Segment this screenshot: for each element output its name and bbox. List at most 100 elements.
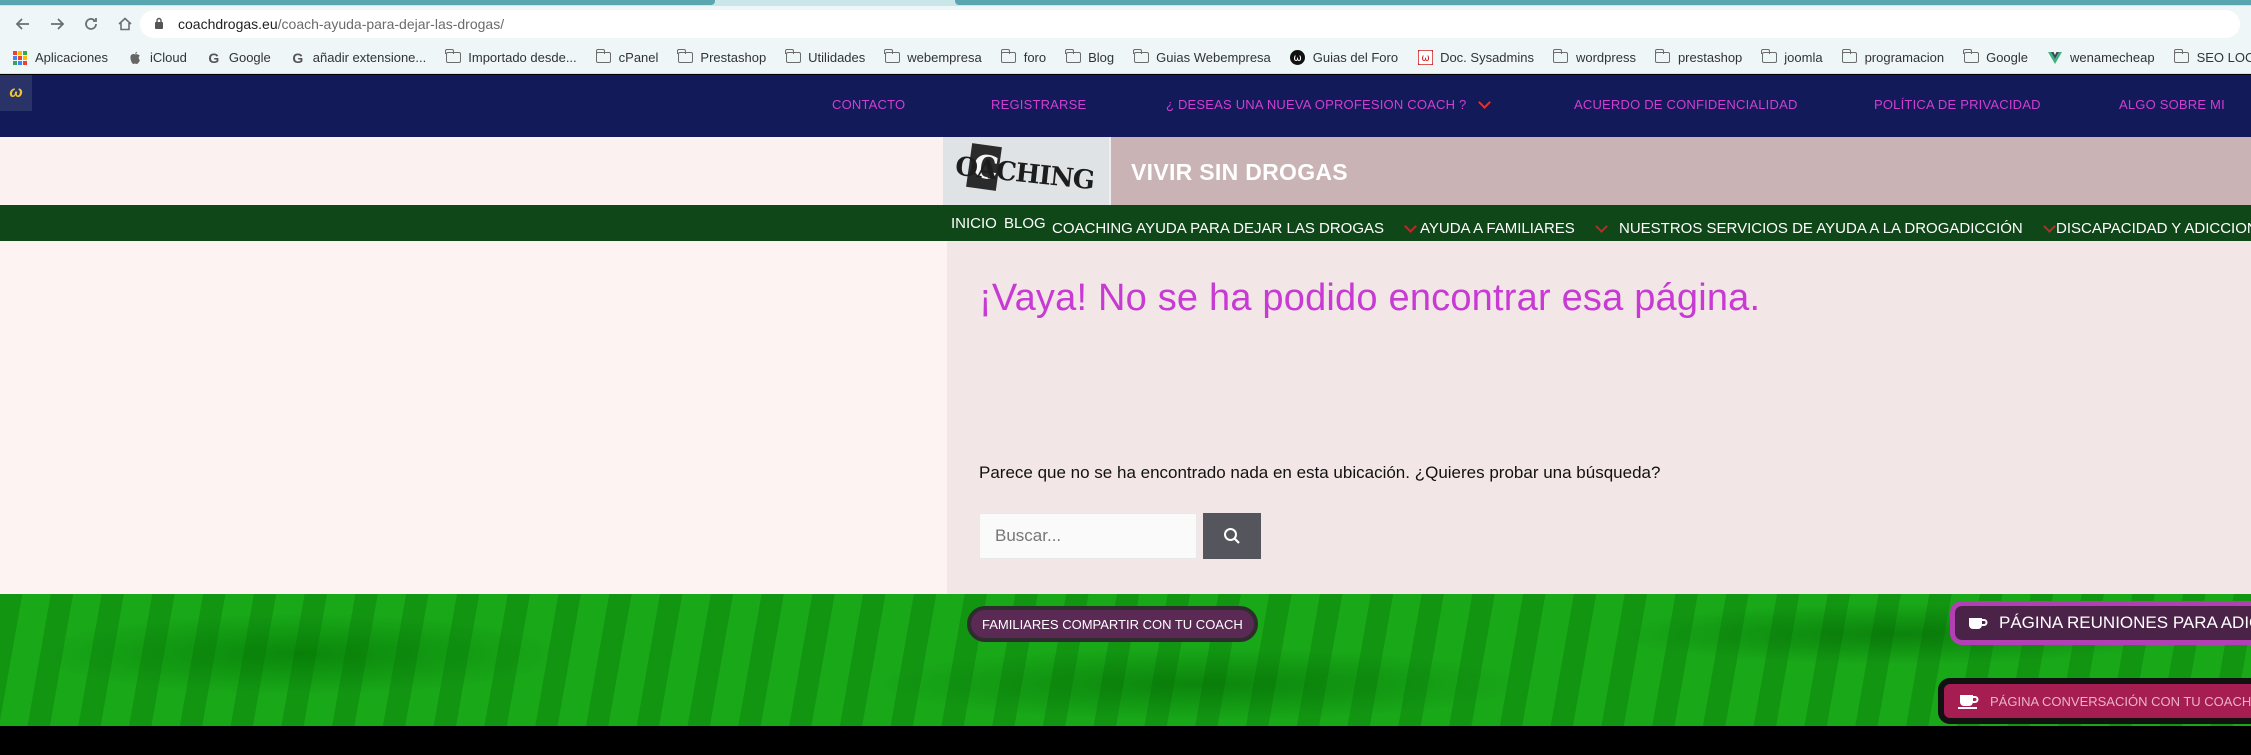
- bookmark-item[interactable]: programacion: [1841, 49, 1945, 65]
- topnav-acuerdo-confidencialidad[interactable]: ACUERDO DE CONFIDENCIALIDAD: [1574, 97, 1798, 112]
- pill-label: FAMILIARES COMPARTIR CON TU COACH: [982, 616, 1243, 632]
- vue-icon: [2047, 51, 2063, 65]
- float-button-label: PÁGINA CONVERSACIÓN CON TU COACH A: [1990, 693, 2251, 709]
- topnav-algo-sobre-mi[interactable]: ALGO SOBRE MI: [2119, 97, 2225, 112]
- bookmark-item[interactable]: Blog: [1065, 49, 1114, 65]
- bookmark-label: Aplicaciones: [35, 50, 108, 65]
- topnav-nueva-profesion[interactable]: ¿ DESEAS UNA NUEVA OPROFESION COACH ?: [1166, 95, 1492, 112]
- bookmark-label: prestashop: [1677, 50, 1743, 65]
- back-arrow-icon[interactable]: [10, 11, 36, 37]
- chevron-down-icon: [1404, 219, 1417, 233]
- google-icon: G: [208, 49, 220, 66]
- browser-tab-right[interactable]: [955, 0, 2251, 5]
- folder-icon: [1133, 49, 1149, 65]
- site-logo[interactable]: C OACHING: [943, 137, 1111, 205]
- bookmark-item[interactable]: ω Guias del Foro: [1290, 50, 1398, 65]
- topnav-politica-privacidad[interactable]: POLÍTICA DE PRIVACIDAD: [1874, 97, 2041, 112]
- topnav-label: ¿ DESEAS UNA NUEVA OPROFESION COACH ?: [1166, 97, 1467, 112]
- menu-label: COACHING AYUDA PARA DEJAR LAS DROGAS: [1052, 220, 1385, 237]
- webempresa-icon: ω: [1290, 50, 1306, 65]
- webempresa-red-icon: ω: [1417, 50, 1433, 65]
- bookmark-label: Guias del Foro: [1312, 50, 1399, 65]
- folder-icon: [1654, 49, 1671, 65]
- search-input[interactable]: [979, 513, 1197, 559]
- bookmark-item[interactable]: Aplicaciones: [12, 50, 108, 65]
- folder-icon: [884, 49, 900, 65]
- bookmark-label: Prestashop: [700, 50, 767, 65]
- bookmark-item[interactable]: Google: [1963, 49, 2028, 65]
- menu-item-ayuda-familiares[interactable]: AYUDA A FAMILIARES: [1420, 219, 1608, 237]
- bookmark-item[interactable]: wordpress: [1552, 49, 1636, 65]
- coffee-cup-icon: [1969, 618, 1988, 629]
- apps-grid-icon: [12, 50, 28, 65]
- bookmark-item[interactable]: prestashop: [1654, 49, 1743, 65]
- bookmark-item[interactable]: Prestashop: [677, 49, 767, 65]
- bookmark-label: Guias Webempresa: [1156, 50, 1271, 65]
- forward-arrow-icon[interactable]: [44, 11, 70, 37]
- bookmark-item[interactable]: SEO LOCAL: [2173, 49, 2251, 65]
- bookmark-label: iCloud: [150, 50, 187, 65]
- menu-item-inicio[interactable]: INICIO: [951, 215, 997, 232]
- menu-label: AYUDA A FAMILIARES: [1420, 220, 1575, 237]
- folder-icon: [1761, 49, 1777, 65]
- menu-item-discapacidad[interactable]: DISCAPACIDAD Y ADICCION: [2056, 220, 2251, 237]
- home-icon[interactable]: [112, 11, 138, 37]
- bookmark-item[interactable]: Guias Webempresa: [1133, 49, 1271, 65]
- apple-icon: [127, 51, 143, 65]
- bookmark-label: wordpress: [1575, 50, 1636, 65]
- url-path: /coach-ayuda-para-dejar-las-drogas/: [277, 16, 505, 32]
- bookmark-item[interactable]: wenamecheap: [2047, 50, 2155, 65]
- familiares-compartir-button[interactable]: FAMILIARES COMPARTIR CON TU COACH: [967, 606, 1258, 642]
- bookmark-item[interactable]: Gañadir extensione...: [290, 49, 427, 66]
- bookmark-item[interactable]: joomla: [1761, 49, 1823, 65]
- bookmark-label: webempresa: [907, 50, 982, 65]
- page-bottom: [0, 726, 2251, 755]
- bookmark-item[interactable]: cPanel: [595, 49, 659, 65]
- folder-icon: [1552, 49, 1569, 65]
- bookmark-label: foro: [1023, 50, 1047, 65]
- bookmark-label: wenamecheap: [2070, 50, 2155, 65]
- bookmark-item[interactable]: iCloud: [127, 50, 187, 65]
- content-main: ¡Vaya! No se ha podido encontrar esa pág…: [947, 241, 2251, 594]
- menu-item-coaching-ayuda[interactable]: COACHING AYUDA PARA DEJAR LAS DROGAS: [1052, 219, 1417, 237]
- bookmark-item[interactable]: ω Doc. Sysadmins: [1417, 50, 1534, 65]
- folder-icon: [595, 49, 612, 65]
- site-title-bar: VIVIR SIN DROGAS: [1111, 137, 2251, 205]
- chevron-down-icon: [1478, 95, 1492, 109]
- bookmark-item[interactable]: foro: [1000, 49, 1047, 65]
- menu-item-blog[interactable]: BLOG: [1004, 215, 1046, 232]
- footer-band: FAMILIARES COMPARTIR CON TU COACH PÁGINA…: [0, 594, 2251, 726]
- bookmark-label: programacion: [1864, 50, 1945, 65]
- bookmark-label: añadir extensione...: [312, 50, 427, 65]
- topnav-registrarse[interactable]: REGISTRARSE: [991, 97, 1086, 112]
- lock-icon: [154, 17, 170, 32]
- topnav-contacto[interactable]: CONTACTO: [832, 97, 905, 112]
- browser-tab-left[interactable]: [0, 0, 715, 5]
- bookmark-label: Google: [1986, 50, 2028, 65]
- topnav-label: ACUERDO DE CONFIDENCIALIDAD: [1574, 97, 1798, 112]
- svg-text:ω: ω: [1294, 53, 1302, 64]
- menu-item-servicios-drogadiccion[interactable]: NUESTROS SERVICIOS DE AYUDA A LA DROGADI…: [1619, 219, 2056, 237]
- google-icon: G: [292, 49, 304, 66]
- bookmark-item[interactable]: Importado desde...: [445, 49, 577, 65]
- main-menu: INICIO BLOG COACHING AYUDA PARA DEJAR LA…: [0, 205, 2251, 241]
- site-title[interactable]: VIVIR SIN DROGAS: [1131, 159, 1348, 186]
- folder-icon: [785, 49, 801, 65]
- folder-icon: [445, 49, 461, 65]
- coffee-cup-icon: [1958, 695, 1979, 709]
- bookmark-label: cPanel: [618, 50, 659, 65]
- bookmark-item[interactable]: webempresa: [884, 49, 982, 65]
- menu-label: DISCAPACIDAD Y ADICCION: [2056, 220, 2251, 237]
- bookmark-item[interactable]: Utilidades: [785, 49, 865, 65]
- float-button-label: PÁGINA REUNIONES PARA ADICTOS: [1999, 613, 2251, 632]
- reuniones-adictos-button[interactable]: PÁGINA REUNIONES PARA ADICTOS: [1950, 601, 2251, 645]
- address-bar[interactable]: coachdrogas.eu/coach-ayuda-para-dejar-la…: [140, 10, 2240, 38]
- logo-word: OACHING: [953, 151, 1096, 197]
- conversacion-coach-button[interactable]: PÁGINA CONVERSACIÓN CON TU COACH A: [1938, 678, 2251, 724]
- search-button[interactable]: [1203, 513, 1261, 559]
- reload-icon[interactable]: [78, 11, 104, 37]
- menu-label: INICIO: [951, 215, 997, 232]
- folder-icon: [1065, 49, 1081, 65]
- folder-icon: [1000, 49, 1017, 65]
- bookmark-item[interactable]: G Google: [206, 49, 270, 66]
